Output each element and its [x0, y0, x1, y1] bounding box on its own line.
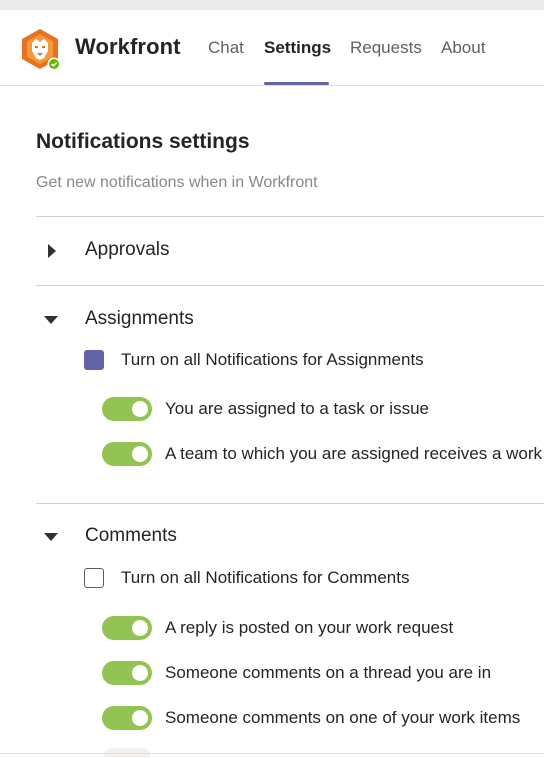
caret-down-icon: [44, 316, 58, 324]
assignments-all-checkbox[interactable]: [84, 350, 104, 370]
section-comments-header[interactable]: Comments: [36, 522, 544, 552]
checkbox-label: Turn on all Notifications for Assignment…: [121, 350, 424, 369]
page-subtitle: Get new notifications when in Workfront: [36, 174, 318, 191]
section-label: Comments: [85, 525, 177, 546]
notification-toggle-row: Someone comments on a thread you are in: [102, 660, 544, 686]
window-top-strip: [0, 0, 544, 10]
toggle-label: A reply is posted on your work request: [165, 618, 454, 637]
tab-requests[interactable]: Requests: [350, 38, 422, 58]
toggle-knob: [132, 446, 148, 462]
notification-toggle-row: A team to which you are assigned receive…: [102, 441, 544, 467]
notification-toggle-row: Someone comments on one of your work ite…: [102, 705, 544, 731]
tab-about[interactable]: About: [441, 38, 485, 58]
toggle-knob: [132, 710, 148, 726]
section-assignments-header[interactable]: Assignments: [36, 305, 544, 335]
checkbox-label: Turn on all Notifications for Comments: [121, 568, 410, 587]
divider: [36, 285, 544, 286]
divider: [36, 216, 544, 217]
section-approvals-header[interactable]: Approvals: [36, 236, 544, 266]
toggle-knob: [132, 665, 148, 681]
status-available-icon: [49, 59, 59, 69]
page-title: Notifications settings: [36, 130, 250, 153]
toggle-knob: [132, 401, 148, 417]
workfront-logo: [18, 27, 62, 71]
caret-down-icon: [44, 533, 58, 541]
toggle-label: Someone comments on a thread you are in: [165, 663, 492, 682]
toggle-label: A team to which you are assigned receive…: [165, 444, 543, 463]
section-label: Approvals: [85, 239, 170, 260]
toggle-switch[interactable]: [102, 397, 152, 421]
toggle-switch[interactable]: [102, 706, 152, 730]
assignments-master-toggle-row: Turn on all Notifications for Assignment…: [84, 348, 544, 374]
app-header: Workfront Chat Settings Requests About: [0, 10, 544, 86]
toggle-label: You are assigned to a task or issue: [165, 399, 429, 418]
notification-toggle-row: A reply is posted on your work request: [102, 615, 544, 641]
comments-all-checkbox[interactable]: [84, 568, 104, 588]
tab-chat[interactable]: Chat: [208, 38, 244, 58]
bottom-border: [0, 753, 544, 754]
toggle-switch[interactable]: [102, 616, 152, 640]
comments-master-toggle-row: Turn on all Notifications for Comments: [84, 566, 544, 592]
tab-settings[interactable]: Settings: [264, 38, 331, 58]
app-name: Workfront: [75, 34, 181, 59]
toggle-label: Someone comments on one of your work ite…: [165, 708, 521, 727]
divider: [36, 503, 544, 504]
toggle-knob: [132, 620, 148, 636]
caret-right-icon: [48, 244, 56, 258]
section-label: Assignments: [85, 308, 194, 329]
notification-toggle-row: You are assigned to a task or issue: [102, 396, 544, 422]
active-tab-indicator: [264, 82, 329, 85]
toggle-switch[interactable]: [102, 442, 152, 466]
toggle-switch[interactable]: [102, 661, 152, 685]
